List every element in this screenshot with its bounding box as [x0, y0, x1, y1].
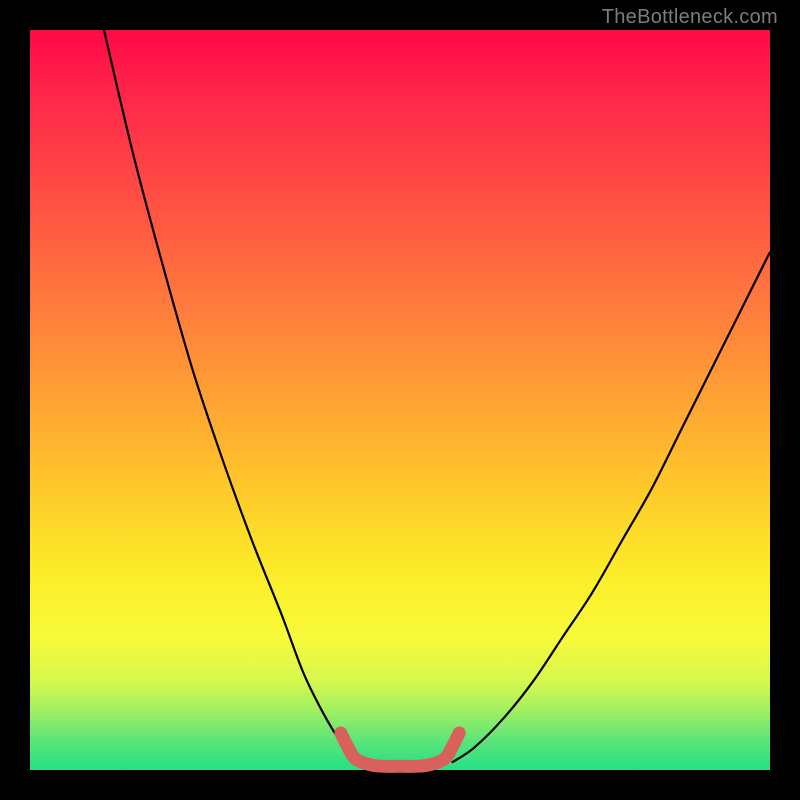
- chart-frame: TheBottleneck.com: [0, 0, 800, 800]
- left-curve: [104, 30, 356, 763]
- plot-area: [30, 30, 770, 770]
- right-curve: [452, 252, 770, 763]
- watermark-text: TheBottleneck.com: [602, 6, 778, 29]
- curve-layer: [30, 30, 770, 770]
- highlight-trough: [341, 733, 459, 766]
